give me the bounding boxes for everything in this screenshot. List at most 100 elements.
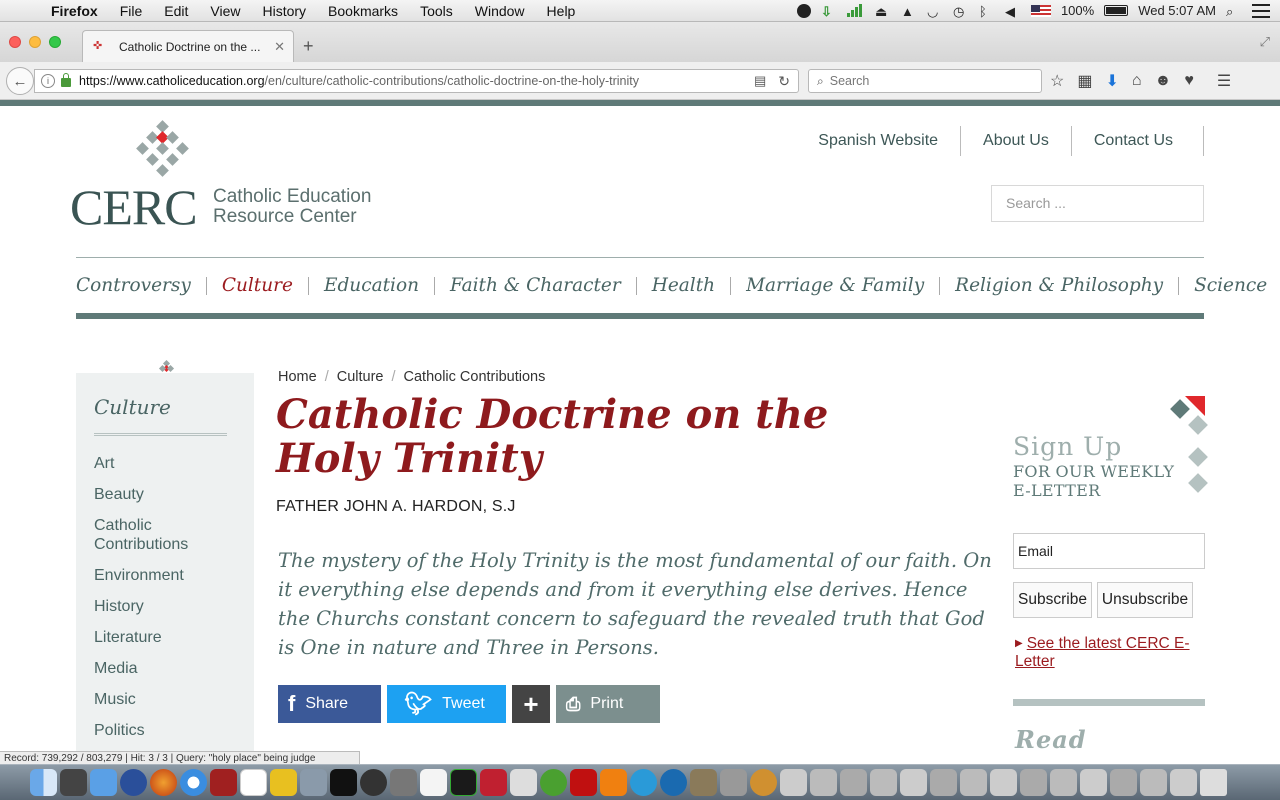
vlc-tray-icon[interactable]: ▲ bbox=[901, 4, 917, 19]
menu-help[interactable]: Help bbox=[536, 3, 587, 19]
bluetooth-icon[interactable]: ᛒ bbox=[979, 4, 995, 19]
wifi-icon[interactable]: ◡ bbox=[927, 4, 943, 19]
menu-tools[interactable]: Tools bbox=[409, 3, 464, 19]
menu-file[interactable]: File bbox=[109, 3, 154, 19]
twitter-tweet-button[interactable]: 🐦︎ Tweet bbox=[387, 685, 506, 723]
reader-view-icon[interactable]: ▤ bbox=[754, 73, 766, 89]
contact-us-link[interactable]: Contact Us bbox=[1070, 126, 1204, 156]
reload-icon[interactable]: ↻ bbox=[778, 73, 790, 90]
nav-culture[interactable]: Culture bbox=[205, 276, 308, 295]
nav-marriage-family[interactable]: Marriage & Family bbox=[730, 276, 939, 295]
email-input[interactable]: Email bbox=[1013, 533, 1205, 569]
thumbnail-14-icon[interactable] bbox=[1170, 769, 1197, 796]
latest-eletter-link[interactable]: ▶ See the latest CERC E-Letter bbox=[1015, 635, 1195, 671]
gimp-icon[interactable] bbox=[690, 769, 717, 796]
thumbnail-3-icon[interactable] bbox=[840, 769, 867, 796]
menu-window[interactable]: Window bbox=[464, 3, 536, 19]
app-globe-icon[interactable] bbox=[750, 769, 777, 796]
about-us-link[interactable]: About Us bbox=[960, 126, 1071, 156]
breadcrumb-catholic-contributions[interactable]: Catholic Contributions bbox=[404, 369, 546, 385]
filezilla-icon[interactable] bbox=[570, 769, 597, 796]
calculator-icon[interactable] bbox=[60, 769, 87, 796]
download-tray-icon[interactable]: ⇩ bbox=[821, 4, 837, 19]
sidebar-item-catholic-contributions[interactable]: Catholic Contributions bbox=[94, 516, 236, 554]
battery-icon[interactable] bbox=[1104, 5, 1129, 16]
pocket-icon[interactable]: ♥ bbox=[1184, 72, 1194, 90]
site-search-input[interactable]: Search ... bbox=[991, 185, 1204, 222]
url-text[interactable]: https://www.catholiceducation.org/en/cul… bbox=[79, 74, 709, 88]
nav-controversy[interactable]: Controversy bbox=[76, 276, 206, 295]
menu-view[interactable]: View bbox=[199, 3, 251, 19]
sidebar-item-music[interactable]: Music bbox=[94, 690, 236, 709]
print-button[interactable]: ⎙ Print bbox=[556, 685, 660, 723]
nav-faith-character[interactable]: Faith & Character bbox=[434, 276, 636, 295]
facebook-share-button[interactable]: f Share bbox=[278, 685, 381, 723]
site-info-icon[interactable]: i bbox=[41, 74, 55, 88]
menu-app[interactable]: Firefox bbox=[40, 3, 109, 19]
thumbnail-11-icon[interactable] bbox=[1080, 769, 1107, 796]
menu-history[interactable]: History bbox=[251, 3, 317, 19]
sidebar-item-literature[interactable]: Literature bbox=[94, 628, 236, 647]
eject-icon[interactable]: ⏏ bbox=[875, 4, 891, 19]
cerc-logo[interactable]: CERC Catholic Education Resource Center bbox=[70, 120, 400, 235]
menu-edit[interactable]: Edit bbox=[153, 3, 199, 19]
sidebar-item-history[interactable]: History bbox=[94, 597, 236, 616]
app-w-icon[interactable] bbox=[270, 769, 297, 796]
x11-icon[interactable] bbox=[360, 769, 387, 796]
nav-health[interactable]: Health bbox=[635, 276, 730, 295]
unsubscribe-button[interactable]: Unsubscribe bbox=[1097, 582, 1193, 618]
subscribe-button[interactable]: Subscribe bbox=[1013, 582, 1092, 618]
window-zoom-button[interactable] bbox=[49, 36, 61, 48]
thumbnail-5-icon[interactable] bbox=[900, 769, 927, 796]
thumbnail-9-icon[interactable] bbox=[1020, 769, 1047, 796]
textedit-icon[interactable] bbox=[420, 769, 447, 796]
safari-icon[interactable] bbox=[180, 769, 207, 796]
mail-icon[interactable] bbox=[90, 769, 117, 796]
telegram-icon[interactable] bbox=[630, 769, 657, 796]
nav-religion-philosophy[interactable]: Religion & Philosophy bbox=[939, 276, 1178, 295]
thumbnail-8-icon[interactable] bbox=[990, 769, 1017, 796]
window-close-button[interactable] bbox=[9, 36, 21, 48]
time-machine-icon[interactable]: ◷ bbox=[953, 4, 969, 19]
utorrent-icon[interactable] bbox=[540, 769, 567, 796]
window-minimize-button[interactable] bbox=[29, 36, 41, 48]
finder-icon[interactable] bbox=[30, 769, 57, 796]
app-blue-icon[interactable] bbox=[660, 769, 687, 796]
breadcrumb-home[interactable]: Home bbox=[278, 369, 317, 385]
terminal-icon[interactable] bbox=[330, 769, 357, 796]
scanner-icon[interactable] bbox=[720, 769, 747, 796]
browser-search-input[interactable]: ⌕ Search bbox=[808, 69, 1042, 93]
sidebar-item-art[interactable]: Art bbox=[94, 454, 236, 473]
thumbnail-13-icon[interactable] bbox=[1140, 769, 1167, 796]
thumbnail-12-icon[interactable] bbox=[1110, 769, 1137, 796]
new-tab-button[interactable]: + bbox=[303, 36, 314, 57]
sidebar-item-environment[interactable]: Environment bbox=[94, 566, 236, 585]
thumbnail-2-icon[interactable] bbox=[810, 769, 837, 796]
sidebar-item-media[interactable]: Media bbox=[94, 659, 236, 678]
menu-bookmarks[interactable]: Bookmarks bbox=[317, 3, 409, 19]
us-flag-icon[interactable] bbox=[1030, 4, 1051, 17]
bookmarks-list-icon[interactable]: ▦ bbox=[1077, 71, 1092, 91]
utility-icon[interactable] bbox=[390, 769, 417, 796]
more-share-button[interactable]: + bbox=[512, 685, 550, 723]
dictionary-icon[interactable] bbox=[210, 769, 237, 796]
lock-icon[interactable] bbox=[61, 73, 71, 87]
volume-icon[interactable]: ◀ bbox=[1005, 4, 1021, 19]
grid-icon[interactable] bbox=[510, 769, 537, 796]
thumbnail-4-icon[interactable] bbox=[870, 769, 897, 796]
spanish-website-link[interactable]: Spanish Website bbox=[796, 126, 960, 156]
signal-bars-icon[interactable] bbox=[846, 4, 865, 17]
spotlight-icon[interactable]: ⌕ bbox=[1226, 4, 1242, 19]
sidebar-item-beauty[interactable]: Beauty bbox=[94, 485, 236, 504]
notification-center-icon[interactable] bbox=[1252, 3, 1270, 18]
breadcrumb-culture[interactable]: Culture bbox=[337, 369, 384, 385]
home-icon[interactable]: ⌂ bbox=[1132, 72, 1142, 90]
thumbnail-6-icon[interactable] bbox=[930, 769, 957, 796]
firefox-icon[interactable] bbox=[150, 769, 177, 796]
thumbnail-10-icon[interactable] bbox=[1050, 769, 1077, 796]
back-button[interactable]: ← bbox=[6, 67, 34, 95]
preview-icon[interactable] bbox=[300, 769, 327, 796]
tab-active[interactable]: Catholic Doctrine on the ... ✕ bbox=[82, 30, 294, 62]
fullscreen-icon[interactable]: ⤢ bbox=[1260, 34, 1270, 50]
sidebar-item-politics[interactable]: Politics bbox=[94, 721, 236, 740]
